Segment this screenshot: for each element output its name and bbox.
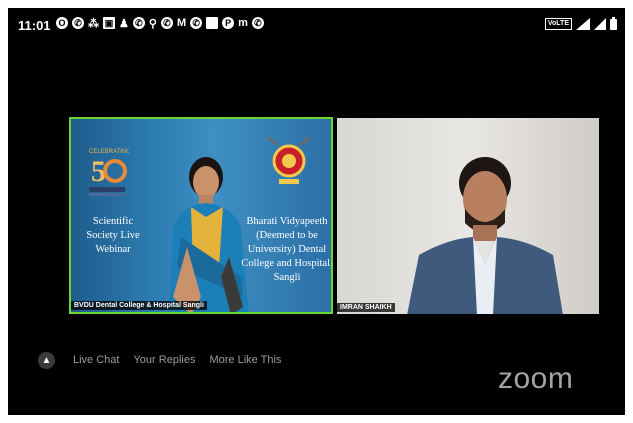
battery-icon: [610, 17, 617, 30]
square-icon: [206, 17, 219, 29]
zoom-logo: zoom: [498, 362, 574, 395]
tab-more-like-this[interactable]: More Like This: [209, 354, 281, 366]
signal-bars-icon: [594, 17, 606, 30]
university-emblem-icon: [267, 135, 311, 184]
whatsapp-icon: ✆: [132, 17, 145, 29]
participant-name-label: BVDU Dental College & Hospital Sangli: [71, 301, 207, 310]
signal-icon: ⁂: [88, 17, 99, 30]
webinar-title: Scientific Society Live Webinar: [86, 216, 140, 255]
pinterest-icon: P: [222, 17, 235, 29]
college-name: Bharati Vidyapeeth (Deemed to be Univers…: [241, 216, 333, 283]
gmail-icon: M: [176, 17, 187, 29]
link-icon: ⚲: [148, 17, 157, 30]
chat-bar: ▲ Live Chat Your Replies More Like This: [38, 350, 281, 370]
whatsapp-icon: ✆: [160, 17, 173, 29]
video-tile-host[interactable]: CELEBRATING 5 Scientific Society Live We…: [69, 117, 333, 314]
chevron-up-icon[interactable]: ▲: [38, 351, 55, 369]
participant-video-feed: [407, 157, 563, 314]
video-tile-participant[interactable]: IMRAN SHAIKH: [337, 118, 599, 314]
status-bar: 11:01 O ✆ ⁂ ▣ ♟ ✆ ⚲ ✆ M ✆ P m ✆ VoLTE: [8, 8, 625, 42]
messenger-icon: m: [238, 17, 248, 29]
signal-bars-icon: [576, 17, 590, 30]
whatsapp-icon: ✆: [251, 17, 264, 29]
volte-badge: VoLTE: [544, 17, 572, 30]
status-time: 11:01: [18, 18, 51, 33]
participant-name-label: IMRAN SHAIKH: [337, 303, 395, 312]
tab-your-replies[interactable]: Your Replies: [133, 354, 195, 366]
screenshot-icon: ▣: [103, 17, 115, 29]
jubilee-logo-icon: CELEBRATING 5: [89, 149, 129, 196]
system-icons: VoLTE: [544, 17, 617, 30]
tab-live-chat[interactable]: Live Chat: [73, 354, 119, 366]
whatsapp-icon: ✆: [190, 17, 203, 29]
alert-icon: ♟: [119, 17, 129, 30]
phone-screen: 11:01 O ✆ ⁂ ▣ ♟ ✆ ⚲ ✆ M ✆ P m ✆ VoLTE CE…: [8, 8, 625, 415]
opera-icon: O: [56, 17, 68, 29]
notification-icons: O ✆ ⁂ ▣ ♟ ✆ ⚲ ✆ M ✆ P m ✆: [56, 17, 264, 30]
whatsapp-icon: ✆: [72, 17, 84, 29]
